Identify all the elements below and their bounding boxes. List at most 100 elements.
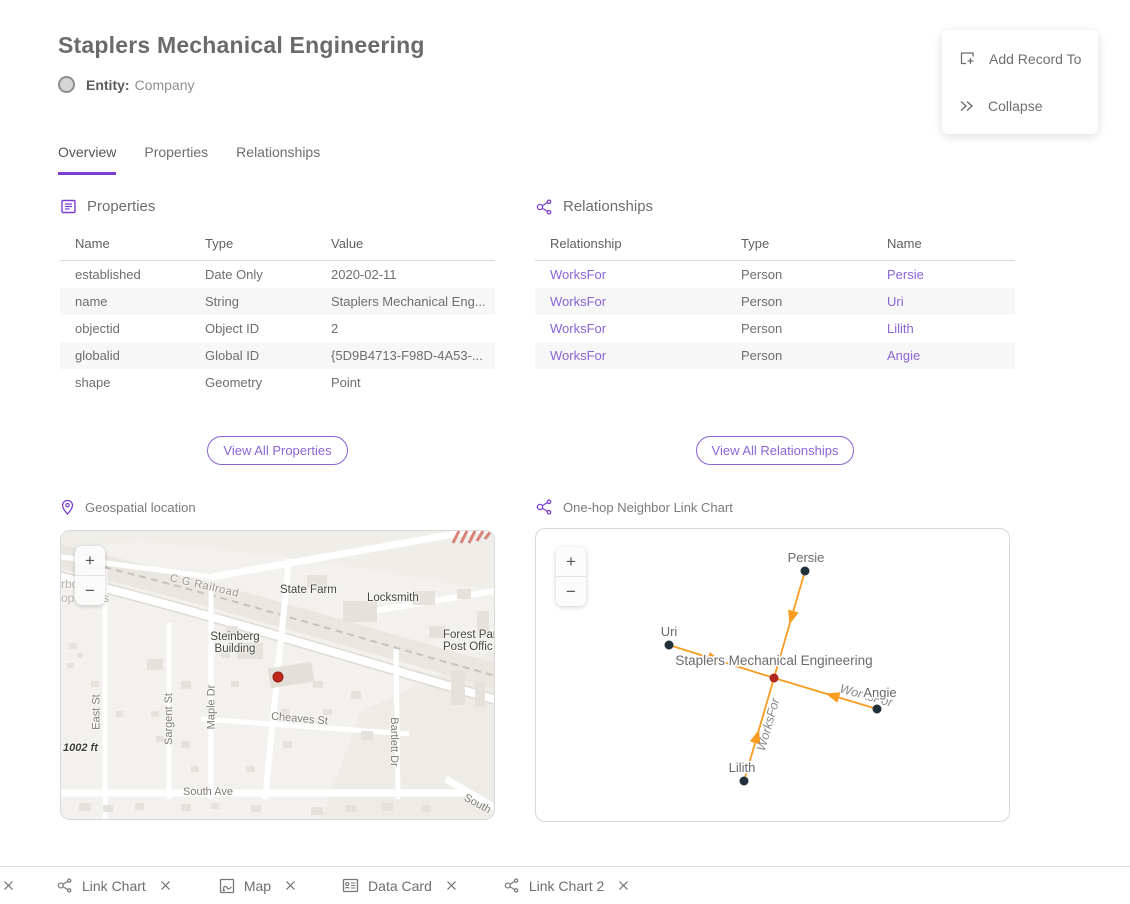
link-chart-icon (503, 878, 520, 893)
cell-type: Person (726, 288, 872, 315)
node-label: Uri (661, 624, 678, 639)
link-chart-icon (535, 499, 553, 515)
zoom-in-button[interactable]: + (556, 547, 586, 577)
entity-label: Entity: (86, 77, 130, 93)
col-relationship: Relationship (535, 228, 726, 261)
col-type: Type (190, 228, 316, 261)
col-value: Value (316, 228, 495, 261)
table-row: established Date Only 2020-02-11 (60, 261, 495, 289)
zoom-in-button[interactable]: + (75, 546, 105, 576)
entity-link[interactable]: Uri (872, 288, 1015, 315)
col-name: Name (872, 228, 1015, 261)
map-marker[interactable] (273, 672, 283, 682)
map-label-south-ave: South Ave (183, 786, 233, 798)
cell-type: Geometry (190, 369, 316, 396)
cell-type: Person (726, 315, 872, 342)
relationship-link[interactable]: WorksFor (535, 261, 726, 289)
bottom-tab-map[interactable]: Map (219, 878, 296, 894)
node-persie[interactable] (801, 567, 810, 576)
cell-name: established (60, 261, 190, 289)
data-card-icon (60, 198, 77, 215)
cell-type: Object ID (190, 315, 316, 342)
table-row: shape Geometry Point (60, 369, 495, 396)
edge-label: WorksFor (754, 696, 783, 753)
map-label-sargent-st: Sargent St (163, 693, 175, 745)
cell-name: globalid (60, 342, 190, 369)
chart-zoom-control: + − (556, 547, 586, 606)
close-icon[interactable] (446, 880, 457, 891)
entity-link[interactable]: Lilith (872, 315, 1015, 342)
properties-section-title: Properties (87, 198, 155, 215)
detail-tabs: Overview Properties Relationships (58, 144, 320, 175)
entity-type-icon (58, 76, 75, 93)
tab-overview[interactable]: Overview (58, 144, 116, 175)
add-record-icon (959, 50, 976, 67)
basemap (61, 531, 494, 819)
zoom-out-button[interactable]: − (75, 576, 105, 605)
link-chart-graph: WorksFor WorksFor Persie Uri Angie Lilit… (536, 529, 1009, 821)
entity-value: Company (135, 77, 195, 93)
bottom-tab-data-card[interactable]: Data Card (342, 878, 457, 894)
link-chart-icon (56, 878, 73, 893)
bottom-tab-label: Map (244, 878, 271, 894)
entity-link[interactable]: Persie (872, 261, 1015, 289)
relationship-link[interactable]: WorksFor (535, 288, 726, 315)
view-all-relationships-button[interactable]: View All Relationships (696, 436, 855, 465)
menu-item-collapse[interactable]: Collapse (942, 82, 1098, 129)
map-label-bartlett-dr: Bartlett Dr (388, 717, 400, 767)
menu-item-add-record-to[interactable]: Add Record To (942, 35, 1098, 82)
map-scale-label: 1002 ft (63, 742, 98, 754)
properties-section-header: Properties (60, 198, 155, 215)
menu-item-label: Add Record To (989, 51, 1081, 67)
tab-properties[interactable]: Properties (144, 144, 208, 175)
center-node-label: Staplers Mechanical Engineering (675, 653, 872, 668)
close-icon[interactable] (618, 880, 629, 891)
map-canvas[interactable]: rbouropaedics C G Railroad State Farm Lo… (60, 530, 495, 820)
collapse-icon (959, 99, 975, 113)
cell-name: objectid (60, 315, 190, 342)
zoom-out-button[interactable]: − (556, 577, 586, 606)
cell-value: Staplers Mechanical Eng... (316, 288, 495, 315)
bottom-tab-label: Data Card (368, 878, 432, 894)
table-row: WorksFor Person Lilith (535, 315, 1015, 342)
close-icon[interactable] (285, 880, 296, 891)
close-icon[interactable] (160, 880, 171, 891)
data-card-icon (342, 878, 359, 893)
node-uri[interactable] (665, 641, 674, 650)
node-center[interactable] (770, 674, 779, 683)
node-label: Angie (863, 685, 896, 700)
node-lilith[interactable] (740, 777, 749, 786)
properties-table-header: Name Type Value (60, 228, 495, 261)
relationship-link[interactable]: WorksFor (535, 315, 726, 342)
view-all-properties-button[interactable]: View All Properties (207, 436, 347, 465)
link-chart-section-header: One-hop Neighbor Link Chart (535, 499, 733, 515)
table-row: WorksFor Person Angie (535, 342, 1015, 369)
bottom-tab-link-chart-2[interactable]: Link Chart 2 (503, 878, 629, 894)
map-zoom-control: + − (75, 546, 105, 605)
relationships-table-header: Relationship Type Name (535, 228, 1015, 261)
cell-type: Global ID (190, 342, 316, 369)
entity-link[interactable]: Angie (872, 342, 1015, 369)
relationship-link[interactable]: WorksFor (535, 342, 726, 369)
geospatial-section-header: Geospatial location (60, 499, 196, 516)
col-type: Type (726, 228, 872, 261)
bottom-tab-bar: Link Chart Map Data Card (0, 866, 1130, 904)
node-label: Persie (788, 550, 825, 565)
relationships-section-header: Relationships (535, 198, 653, 215)
table-row: WorksFor Person Uri (535, 288, 1015, 315)
link-chart-icon (535, 199, 553, 215)
map-pin-icon (60, 499, 75, 516)
close-icon[interactable] (3, 880, 14, 891)
table-row: name String Staplers Mechanical Eng... (60, 288, 495, 315)
bottom-tab-link-chart[interactable]: Link Chart (56, 878, 171, 894)
context-menu: Add Record To Collapse (942, 30, 1098, 134)
relationships-table: Relationship Type Name WorksFor Person P… (535, 228, 1015, 369)
cell-type: String (190, 288, 316, 315)
tab-relationships[interactable]: Relationships (236, 144, 320, 175)
menu-item-label: Collapse (988, 98, 1042, 114)
link-chart-canvas[interactable]: WorksFor WorksFor Persie Uri Angie Lilit… (535, 528, 1010, 822)
node-label: Lilith (729, 760, 756, 775)
table-row: globalid Global ID {5D9B4713-F98D-4A53-.… (60, 342, 495, 369)
node-angie[interactable] (873, 705, 882, 714)
cell-name: name (60, 288, 190, 315)
